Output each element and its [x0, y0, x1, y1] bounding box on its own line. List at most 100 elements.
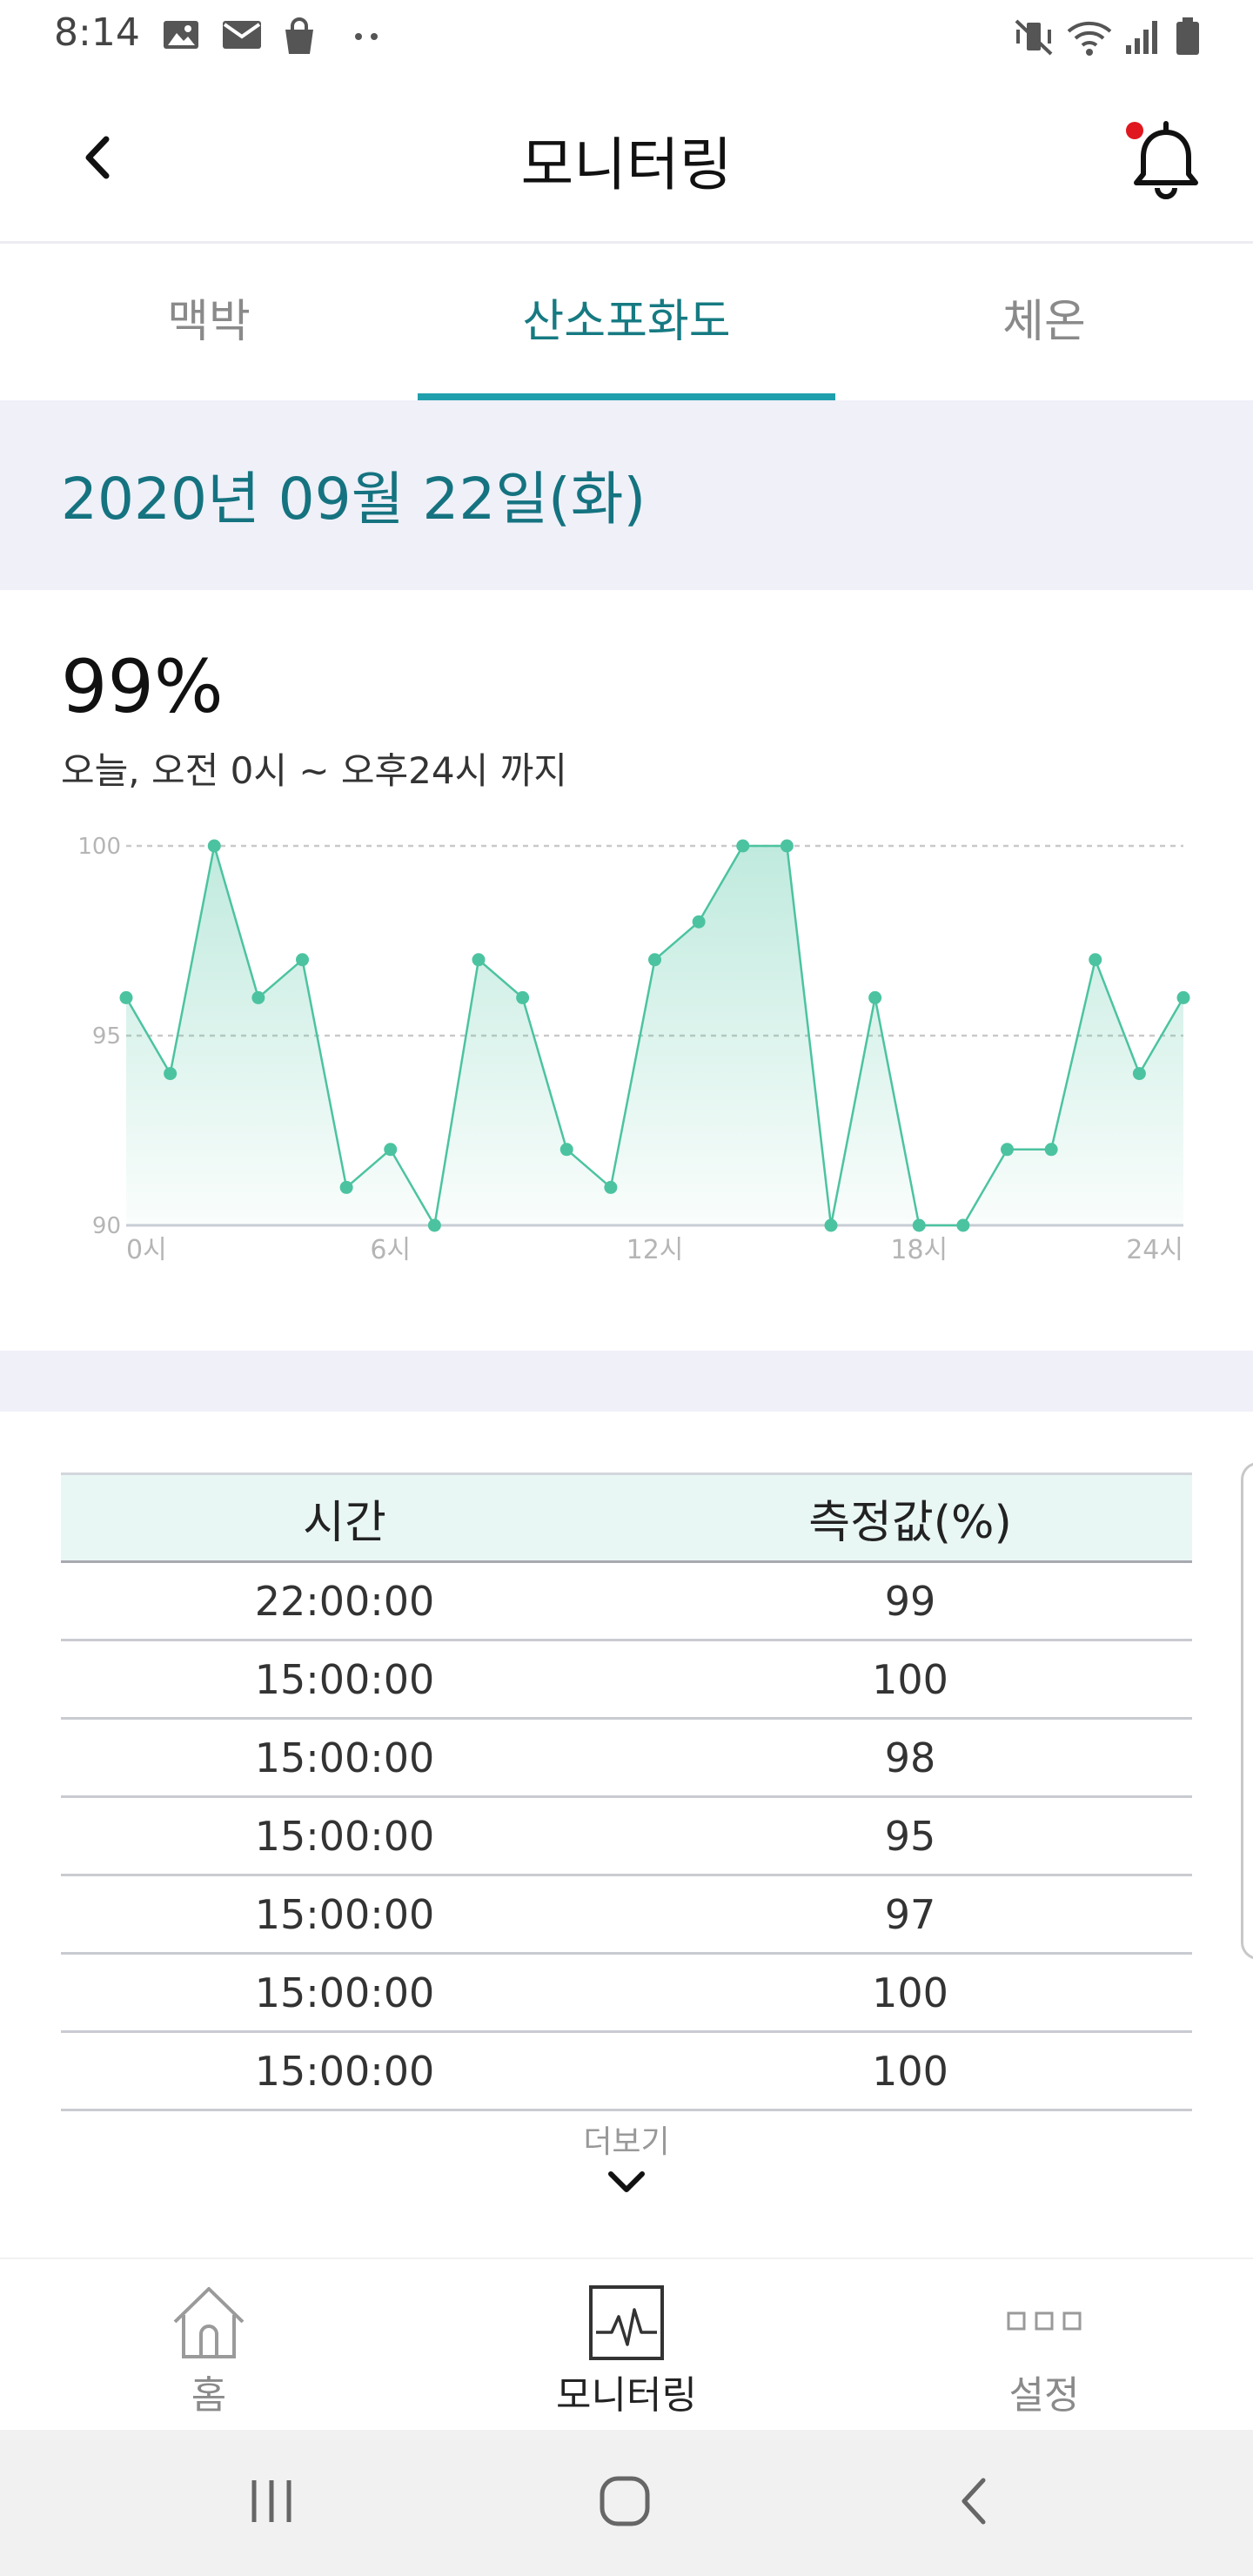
edge-panel-handle[interactable] [1241, 1462, 1253, 1960]
nav-label-settings: 설정 [1008, 2373, 1080, 2418]
more-notifications-icon [355, 33, 378, 40]
table-row: 22:00:00 99 [61, 1561, 1192, 1641]
wifi-icon [1067, 21, 1112, 56]
gallery-icon [164, 21, 198, 49]
cell-value: 99 [628, 1561, 1192, 1641]
notification-button[interactable] [1122, 117, 1209, 204]
chart-data-point [1132, 1067, 1146, 1081]
monitoring-icon [589, 2285, 664, 2360]
nav-item-home[interactable]: 홈 [0, 2259, 418, 2432]
chart-data-point [956, 1218, 970, 1232]
chart-data-point [164, 1067, 178, 1081]
chart-data-point [648, 953, 661, 967]
battery-icon [1176, 17, 1199, 55]
cell-value: 100 [628, 2031, 1192, 2111]
measurement-table: 시간 측정값(%) 22:00:00 99 15:00:00 100 15:00:0… [61, 1472, 1192, 2111]
cell-value: 100 [628, 1640, 1192, 1720]
shopping-bag-icon [285, 17, 313, 54]
tab-pulse[interactable]: 맥박 [0, 244, 418, 400]
bottom-nav: 홈 모니터링 설정 [0, 2257, 1253, 2432]
date-banner: 2020년 09월 22일(화) [0, 400, 1253, 590]
header-value: 측정값(%) [628, 1472, 1192, 1563]
nav-item-monitoring[interactable]: 모니터링 [418, 2259, 835, 2432]
tab-temperature[interactable]: 체온 [835, 244, 1253, 400]
cell-time: 22:00:00 [61, 1561, 628, 1641]
chart-data-point [1001, 1143, 1014, 1157]
summary-value: 99% [61, 644, 224, 729]
chart-data-point [1044, 1143, 1058, 1157]
chart-data-point [1089, 953, 1102, 967]
chart-data-point [516, 990, 530, 1004]
chart-x-tick-label: 0시 [126, 1235, 167, 1265]
chart-data-point [604, 1180, 618, 1194]
tab-bar: 맥박 산소포화도 체온 [0, 244, 1253, 400]
cell-value: 95 [628, 1796, 1192, 1876]
status-time: 8:14 [54, 10, 140, 55]
date-text: 2020년 09월 22일(화) [61, 466, 647, 533]
cell-value: 100 [628, 1953, 1192, 2033]
tab-active-indicator [418, 393, 835, 400]
chart-data-point [780, 839, 794, 853]
chart-data-point [119, 990, 133, 1004]
cell-time: 15:00:00 [61, 1718, 628, 1798]
table-row: 15:00:00 100 [61, 1953, 1192, 2033]
chart-data-point [384, 1143, 398, 1157]
cell-time: 15:00:00 [61, 1640, 628, 1720]
notification-dot [1126, 122, 1143, 139]
chart-data-point [339, 1180, 353, 1194]
chart-data-point [1176, 990, 1190, 1004]
nav-item-settings[interactable]: 설정 [835, 2259, 1253, 2432]
status-bar: 8:14 [0, 0, 1253, 73]
nav-label-monitoring: 모니터링 [556, 2373, 697, 2418]
home-icon [173, 2287, 245, 2358]
chart-data-point [559, 1143, 573, 1157]
chart-data-point [427, 1218, 441, 1232]
cell-time: 15:00:00 [61, 2031, 628, 2111]
chart-data-point [736, 839, 750, 853]
oxygen-chart: 90 95 100 0시 6시 12시 18시 24시 [77, 834, 1190, 1265]
header-time: 시간 [61, 1472, 628, 1563]
table-row: 15:00:00 97 [61, 1875, 1192, 1955]
vibrate-mute-icon [1015, 19, 1053, 56]
cell-value: 98 [628, 1718, 1192, 1798]
chevron-down-icon [608, 2171, 645, 2192]
cell-time: 15:00:00 [61, 1875, 628, 1955]
back-system-button[interactable] [952, 2473, 995, 2529]
more-label: 더보기 [583, 2124, 670, 2160]
nav-label-home: 홈 [191, 2373, 227, 2418]
cell-time: 15:00:00 [61, 1953, 628, 2033]
summary-range: 오늘, 오전 0시 ~ 오후24시 까지 [61, 749, 567, 792]
table-row: 15:00:00 98 [61, 1718, 1192, 1798]
chart-data-point [692, 915, 706, 929]
table-row: 15:00:00 100 [61, 2031, 1192, 2111]
chart-x-tick-label: 24시 [1126, 1235, 1183, 1265]
chart-x-tick-label: 12시 [626, 1235, 684, 1265]
table-row: 15:00:00 100 [61, 1640, 1192, 1720]
chart-data-point [472, 953, 486, 967]
table-row: 15:00:00 95 [61, 1796, 1192, 1876]
chart-data-point [824, 1218, 838, 1232]
chart-data-point [868, 990, 882, 1004]
chart-y-tick-label: 95 [92, 1023, 121, 1050]
chart-data-point [912, 1218, 926, 1232]
home-system-button[interactable] [597, 2473, 653, 2529]
chart-y-tick-label: 90 [92, 1213, 121, 1239]
page-title: 모니터링 [520, 131, 733, 198]
chart-x-tick-label: 6시 [370, 1235, 411, 1265]
chart-data-point [296, 953, 309, 967]
tab-oxygen-saturation[interactable]: 산소포화도 [418, 244, 835, 400]
table-header-row: 시간 측정값(%) [61, 1472, 1192, 1563]
system-nav-bar [0, 2430, 1253, 2576]
more-button[interactable]: 더보기 [539, 2116, 714, 2221]
app-header: 모니터링 [0, 73, 1253, 244]
chart-x-tick-label: 18시 [890, 1235, 948, 1265]
mail-icon [223, 21, 261, 49]
cell-time: 15:00:00 [61, 1796, 628, 1876]
settings-icon [1007, 2311, 1082, 2331]
chart-y-tick-label: 100 [77, 834, 121, 860]
cell-value: 97 [628, 1875, 1192, 1955]
section-separator [0, 1351, 1253, 1412]
chart-data-point [251, 990, 265, 1004]
chart-data-point [207, 839, 221, 853]
recent-apps-button[interactable] [245, 2473, 298, 2529]
